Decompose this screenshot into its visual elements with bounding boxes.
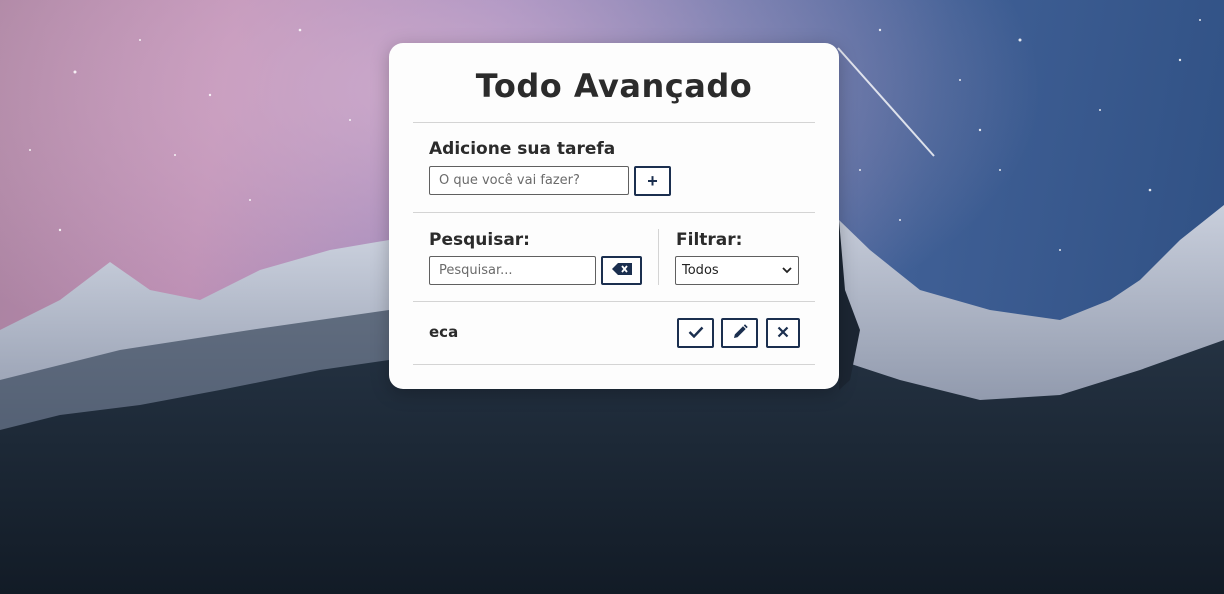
check-icon [688, 326, 704, 341]
divider [413, 122, 815, 123]
filter-selected-value: Todos [682, 263, 719, 278]
add-task-input[interactable] [429, 166, 629, 195]
add-button-label: + [647, 170, 658, 191]
divider [413, 212, 815, 213]
todo-card: Todo Avançado Adicione sua tarefa + Pesq… [389, 43, 839, 389]
todo-text: eca [429, 323, 459, 341]
backspace-icon [611, 263, 632, 278]
clear-search-button[interactable] [601, 256, 642, 285]
chevron-down-icon [782, 263, 792, 278]
add-task-label: Adicione sua tarefa [429, 139, 616, 159]
section-divider [658, 229, 659, 285]
finish-todo-button[interactable] [677, 318, 714, 348]
remove-todo-button[interactable] [766, 318, 800, 348]
close-icon [777, 326, 789, 341]
add-task-button[interactable]: + [634, 166, 671, 196]
search-label: Pesquisar: [429, 230, 530, 250]
edit-todo-button[interactable] [721, 318, 758, 348]
page-title: Todo Avançado [475, 67, 753, 105]
search-input[interactable] [429, 256, 596, 285]
pencil-icon [732, 323, 748, 343]
divider [413, 364, 815, 365]
filter-label: Filtrar: [676, 230, 743, 250]
filter-select[interactable]: Todos [675, 256, 799, 285]
divider [413, 301, 815, 302]
